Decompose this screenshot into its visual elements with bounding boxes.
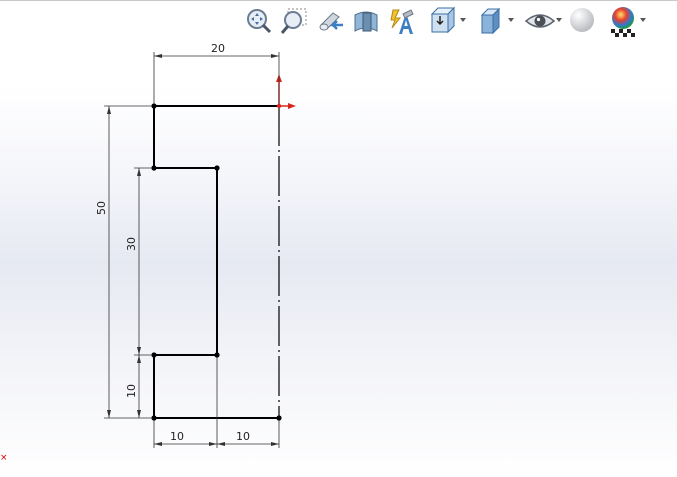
sketch-point[interactable]: [214, 165, 220, 171]
sketch-point[interactable]: [151, 415, 157, 421]
dimension-bottom-height[interactable]: 10: [125, 384, 138, 398]
sketch-point[interactable]: [276, 415, 282, 421]
sketch-point[interactable]: [214, 352, 220, 358]
sketch-point[interactable]: [151, 103, 157, 109]
sketch-profile: [153, 105, 279, 419]
dimension-bottom-left[interactable]: 10: [170, 430, 184, 443]
sketch-point[interactable]: [151, 352, 157, 358]
dimension-total-height[interactable]: 50: [95, 201, 108, 215]
dimension-inner-height[interactable]: 30: [125, 237, 138, 251]
dimension-top-width[interactable]: 20: [211, 42, 225, 55]
sketch-point[interactable]: [151, 165, 157, 171]
sketch-graphics-area[interactable]: 20 50 30 10 10 10: [0, 0, 677, 477]
dimension-bottom-right[interactable]: 10: [236, 430, 250, 443]
status-corner-mark: ×: [0, 453, 8, 463]
